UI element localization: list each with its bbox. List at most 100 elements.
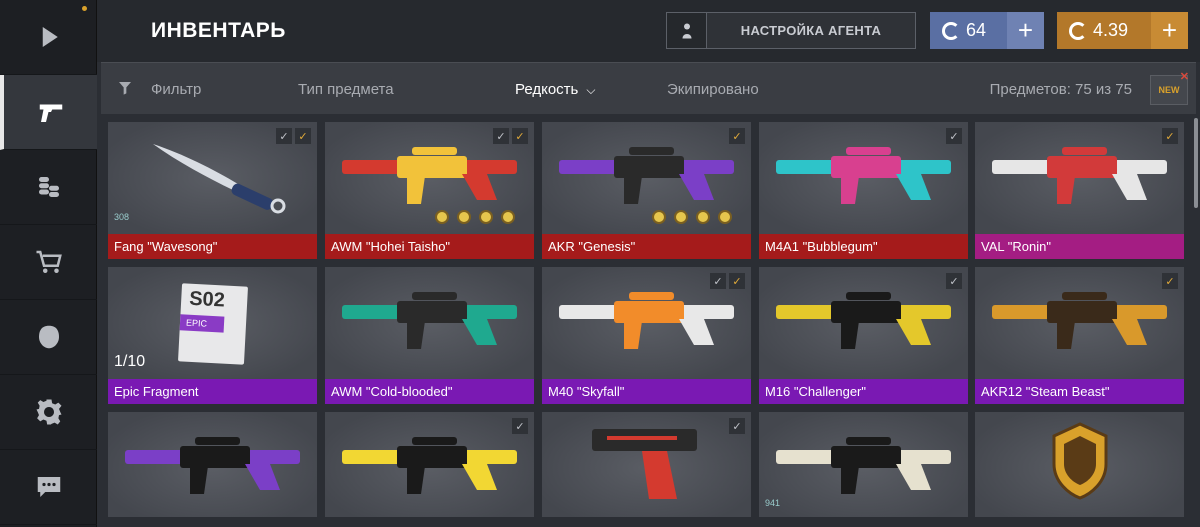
inventory-card[interactable]: ✓ ✓ AWM "Hohei Taisho": [325, 122, 534, 259]
item-art: [975, 412, 1184, 517]
item-badge: 308: [114, 212, 130, 222]
fragment-season: S02: [188, 287, 226, 312]
item-art: [542, 122, 751, 234]
equipped-check-icon: ✓: [512, 418, 528, 434]
add-gold-button[interactable]: +: [1151, 12, 1188, 49]
fragment-rarity: EPIC: [179, 314, 225, 333]
item-art: [325, 412, 534, 517]
add-silver-button[interactable]: +: [1007, 12, 1044, 49]
new-items-button[interactable]: NEW ✕: [1150, 71, 1189, 105]
inventory-card[interactable]: AWM "Cold-blooded": [325, 267, 534, 404]
inventory-card[interactable]: S02 EPIC 1/10 Epic Fragment: [108, 267, 317, 404]
equipped-gold-check-icon: ✓: [1162, 128, 1178, 144]
inventory-screen: ИНВЕНТАРЬ НАСТРОЙКА АГЕНТА 64 + 4.39 + Ф…: [0, 0, 1200, 527]
sidebar-item-coins[interactable]: [0, 150, 97, 225]
equip-checks: ✓: [946, 273, 962, 289]
equipped-check-icon: ✓: [710, 273, 726, 289]
pistol-icon: [39, 104, 62, 122]
rifle-icon: [125, 437, 300, 494]
rifle-icon: [776, 437, 951, 494]
inventory-card[interactable]: [975, 412, 1184, 517]
rarity-sort[interactable]: Редкость ⌵: [515, 81, 595, 98]
rifle-icon: [776, 292, 951, 349]
clan-icon: [38, 325, 59, 349]
sticker-icon: [718, 210, 732, 224]
sidebar-item-inventory[interactable]: [0, 75, 97, 150]
agent-settings-label: НАСТРОЙКА АГЕНТА: [740, 23, 882, 38]
cart-icon: [36, 250, 62, 273]
inventory-card[interactable]: ✓ M16 "Challenger": [759, 267, 968, 404]
equip-checks: ✓ ✓: [493, 128, 528, 144]
equipped-gold-check-icon: ✓: [512, 128, 528, 144]
item-name: Epic Fragment: [108, 379, 317, 404]
equipped-check-icon: ✓: [276, 128, 292, 144]
gold-currency: 4.39 +: [1057, 12, 1188, 49]
sticker-icon: [674, 210, 688, 224]
equip-checks: ✓: [1162, 273, 1178, 289]
agent-settings-button[interactable]: НАСТРОЙКА АГЕНТА: [666, 12, 916, 49]
item-name: AKR12 "Steam Beast": [975, 379, 1184, 404]
rifle-icon: [776, 147, 951, 204]
item-name: Fang "Wavesong": [108, 234, 317, 259]
fragment-count: 1/10: [114, 353, 146, 370]
pistol-skin-icon: [592, 429, 697, 499]
sidebar-item-shop[interactable]: [0, 225, 97, 300]
inventory-card[interactable]: ✓ ✓ M40 "Skyfall": [542, 267, 751, 404]
item-type-filter[interactable]: Тип предмета: [298, 81, 394, 98]
sticker-icon: [696, 210, 710, 224]
item-name: AWM "Hohei Taisho": [325, 234, 534, 259]
rarity-sort-label: Редкость: [515, 81, 579, 98]
equipped-filter[interactable]: Экипировано: [667, 81, 759, 98]
equip-checks: ✓: [1162, 128, 1178, 144]
sidebar-item-settings[interactable]: [0, 375, 97, 450]
equipped-gold-check-icon: ✓: [295, 128, 311, 144]
inventory-card[interactable]: ✓ VAL "Ronin": [975, 122, 1184, 259]
notification-dot: [82, 6, 87, 11]
equip-checks: ✓: [512, 418, 528, 434]
inventory-card[interactable]: ✓ AKR12 "Steam Beast": [975, 267, 1184, 404]
sidebar-item-chat[interactable]: [0, 450, 97, 525]
sticker-icon: [457, 210, 471, 224]
sticker-icon: [435, 210, 449, 224]
equipped-check-icon: ✓: [493, 128, 509, 144]
rifle-icon: [559, 292, 734, 349]
equip-checks: ✓ ✓: [710, 273, 745, 289]
top-bar: ИНВЕНТАРЬ НАСТРОЙКА АГЕНТА 64 + 4.39 +: [97, 0, 1200, 62]
gear-icon: [36, 399, 61, 425]
sidebar-item-clan[interactable]: [0, 300, 97, 375]
item-name: M4A1 "Bubblegum": [759, 234, 968, 259]
new-badge-label: NEW: [1158, 85, 1180, 95]
inventory-card[interactable]: ✓: [542, 412, 751, 517]
knife-icon: [153, 144, 286, 214]
inventory-card[interactable]: [108, 412, 317, 517]
equipped-gold-check-icon: ✓: [1162, 273, 1178, 289]
item-art: [108, 412, 317, 517]
item-name: AWM "Cold-blooded": [325, 379, 534, 404]
item-art: S02 EPIC 1/10: [108, 267, 317, 379]
filter-bar: Фильтр Тип предмета Редкость ⌵ Экипирован…: [101, 62, 1196, 114]
filter-button[interactable]: Фильтр: [151, 81, 201, 98]
silver-currency: 64 +: [930, 12, 1044, 49]
gold-coin-icon: [1069, 21, 1087, 40]
equipped-gold-check-icon: ✓: [729, 128, 745, 144]
inventory-card[interactable]: ✓ AKR "Genesis": [542, 122, 751, 259]
sidebar: [0, 0, 97, 527]
inventory-card[interactable]: ✓: [325, 412, 534, 517]
item-name: VAL "Ronin": [975, 234, 1184, 259]
inventory-card[interactable]: 308 ✓ ✓ Fang "Wavesong": [108, 122, 317, 259]
play-icon: [42, 27, 58, 47]
rifle-icon: [342, 147, 517, 204]
inventory-card[interactable]: 941: [759, 412, 968, 517]
rifle-icon: [559, 147, 734, 204]
sidebar-item-play[interactable]: [0, 0, 97, 75]
emblem-icon: [1052, 422, 1108, 500]
filter-icon[interactable]: [117, 80, 133, 96]
item-art: [325, 267, 534, 379]
item-count: Предметов: 75 из 75: [989, 81, 1132, 98]
inventory-card[interactable]: ✓ M4A1 "Bubblegum": [759, 122, 968, 259]
equip-checks: ✓: [729, 418, 745, 434]
page-title: ИНВЕНТАРЬ: [151, 19, 286, 42]
agent-icon: [667, 13, 707, 48]
sticker-icon: [652, 210, 666, 224]
scrollbar[interactable]: [1194, 118, 1198, 208]
